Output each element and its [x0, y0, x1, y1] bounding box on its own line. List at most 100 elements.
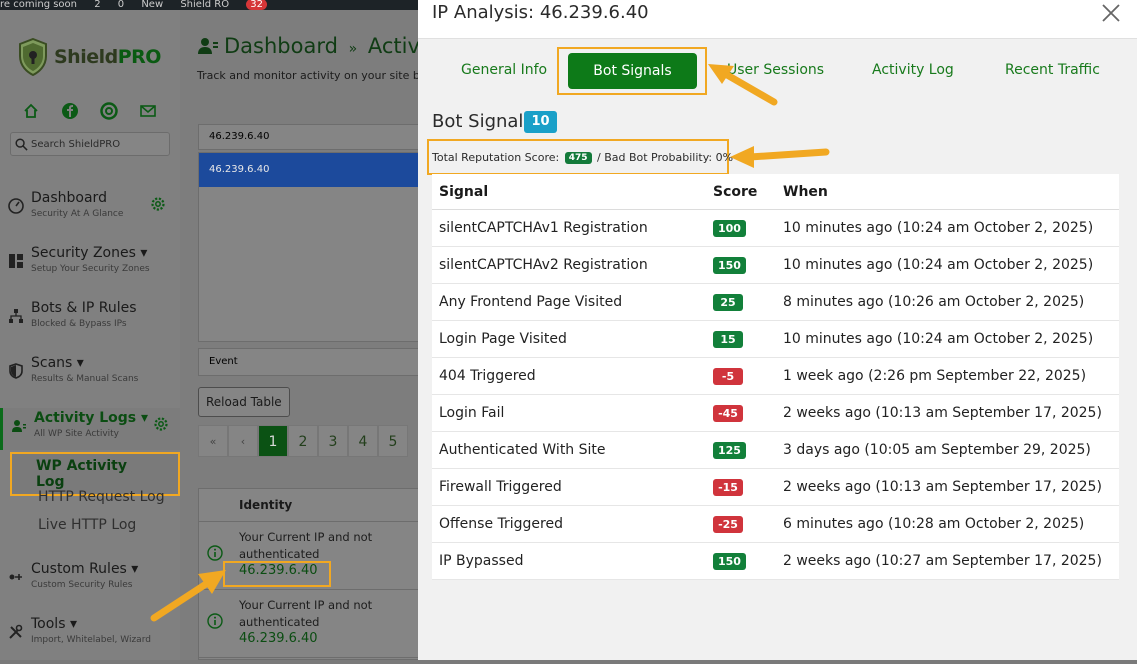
rules-icon: [9, 574, 22, 580]
pager-prev[interactable]: ‹: [228, 425, 258, 457]
sidebar-item-label: Custom Rules ▾: [31, 561, 139, 577]
sidebar-item-dashboard[interactable]: Dashboard Security At A Glance: [0, 188, 180, 238]
sidebar-item-label: Bots & IP Rules: [31, 300, 137, 316]
gear-icon[interactable]: [153, 416, 169, 432]
signal-when: 1 week ago (2:26 pm September 22, 2025): [776, 357, 1119, 395]
signal-when: 10 minutes ago (10:24 am October 2, 2025…: [776, 320, 1119, 358]
activity-logs-submenu: WP Activity Log HTTP Request Log Live HT…: [0, 450, 180, 555]
users-icon: [12, 420, 26, 432]
sidebar-item-sub: All WP Site Activity: [34, 429, 120, 439]
submenu-http-request-log[interactable]: HTTP Request Log: [38, 489, 165, 505]
signal-name: silentCAPTCHAv1 Registration: [432, 209, 706, 247]
pager-page[interactable]: 5: [378, 425, 408, 457]
pager-page[interactable]: 3: [318, 425, 348, 457]
info-icon[interactable]: [207, 613, 223, 629]
signal-name: Login Page Visited: [432, 320, 706, 358]
table-row: Login Fail -45 2 weeks ago (10:13 am Septe…: [432, 394, 1119, 432]
column-header-score[interactable]: Score: [706, 174, 776, 210]
tab-user-sessions[interactable]: User Sessions: [727, 62, 824, 78]
admin-bar-shield[interactable]: Shield RO: [180, 0, 229, 10]
tools-icon: [9, 624, 23, 639]
signal-count-badge: 10: [524, 111, 557, 133]
signal-when: 10 minutes ago (10:24 am October 2, 2025…: [776, 209, 1119, 247]
sidebar-item-sub: Results & Manual Scans: [31, 374, 139, 384]
table-row: silentCAPTCHAv2 Registration 150 10 minute…: [432, 246, 1119, 284]
signal-score-cell: 15: [706, 320, 776, 358]
home-icon[interactable]: [22, 102, 40, 120]
signal-name: Login Fail: [432, 394, 706, 432]
score-badge: -5: [713, 367, 743, 385]
bot-signals-table: Signal Score When silentCAPTCHAv1 Regist…: [432, 174, 1119, 580]
tab-bot-signals[interactable]: Bot Signals: [568, 53, 697, 89]
reload-table-button[interactable]: Reload Table: [198, 387, 290, 417]
signal-name: IP Bypassed: [432, 542, 706, 580]
table-row: IP Bypassed 150 2 weeks ago (10:27 am Sept…: [432, 542, 1119, 580]
signal-score-cell: 125: [706, 431, 776, 469]
score-badge: -15: [713, 478, 743, 496]
signals-body: silentCAPTCHAv1 Registration 100 10 minute…: [432, 209, 1119, 580]
gear-icon[interactable]: [150, 196, 166, 212]
admin-bar: re coming soon 2 0 New Shield RO 32: [0, 0, 420, 10]
mail-icon[interactable]: [139, 102, 157, 120]
sidebar-item-security-zones[interactable]: Security Zones ▾ Setup Your Security Zon…: [0, 243, 180, 293]
pager-page[interactable]: 1: [258, 425, 288, 457]
sidebar-item-label: Scans ▾: [31, 355, 84, 371]
submenu-live-http-log[interactable]: Live HTTP Log: [38, 517, 136, 533]
table-row: Login Page Visited 15 10 minutes ago (10:2…: [432, 320, 1119, 358]
tab-general-info[interactable]: General Info: [461, 62, 547, 78]
shield-sidebar: ShieldPRO Search ShieldPRO Dashboard Sec…: [0, 10, 183, 660]
score-badge: 150: [713, 552, 746, 570]
signal-name: Authenticated With Site: [432, 431, 706, 469]
tab-recent-traffic[interactable]: Recent Traffic: [1005, 62, 1100, 78]
tab-activity-log[interactable]: Activity Log: [872, 62, 954, 78]
bad-bot-probability: / Bad Bot Probability: 0%: [597, 151, 734, 164]
sidebar-item-sub: Security At A Glance: [31, 209, 124, 219]
signal-score-cell: 150: [706, 246, 776, 284]
sidebar-item-bots-ip-rules[interactable]: Bots & IP Rules Blocked & Bypass IPs: [0, 298, 180, 348]
event-filter-select[interactable]: Event: [198, 348, 420, 376]
support-icon[interactable]: [100, 102, 118, 120]
identity-ip[interactable]: 46.239.6.40: [239, 631, 318, 646]
pager-page[interactable]: 4: [348, 425, 378, 457]
shieldpro-logo[interactable]: ShieldPRO: [18, 38, 161, 76]
admin-bar-updates[interactable]: 2: [94, 0, 100, 10]
sidebar-item-label: Tools ▾: [31, 616, 77, 632]
column-header-signal[interactable]: Signal: [432, 174, 706, 210]
shield-logo-icon: [19, 38, 47, 76]
sidebar-item-sub: Setup Your Security Zones: [31, 264, 150, 274]
signal-name: Offense Triggered: [432, 505, 706, 543]
modal-header: IP Analysis: 46.239.6.40: [418, 0, 1137, 39]
sidebar-item-sub: Custom Security Rules: [31, 580, 133, 590]
score-badge: 125: [713, 441, 746, 459]
ip-filter-option[interactable]: 46.239.6.40: [199, 153, 419, 187]
pagination: « ‹ 1 2 3 4 5: [198, 425, 408, 457]
identity-desc: Your Current IP and not authenticated: [239, 598, 373, 629]
sidebar-search-input[interactable]: Search ShieldPRO: [10, 132, 170, 156]
ip-filter-list[interactable]: 46.239.6.40: [198, 152, 420, 342]
pager-first[interactable]: «: [198, 425, 228, 457]
reputation-summary: Total Reputation Score: 475 / Bad Bot Pr…: [432, 151, 733, 164]
ip-highlight-box: [223, 561, 331, 587]
signal-score-cell: 150: [706, 542, 776, 580]
table-row: 404 Triggered -5 1 week ago (2:26 pm Septe…: [432, 357, 1119, 395]
brand-name: ShieldPRO: [54, 46, 161, 68]
identity-desc: Your Current IP and not authenticated: [239, 530, 373, 561]
column-header-when[interactable]: When: [776, 174, 1119, 210]
admin-bar-new[interactable]: New: [141, 0, 163, 10]
pager-page[interactable]: 2: [288, 425, 318, 457]
admin-bar-comments[interactable]: 0: [118, 0, 124, 10]
sidebar-item-tools[interactable]: Tools ▾ Import, Whitelabel, Wizard: [0, 614, 180, 664]
sidebar-item-custom-rules[interactable]: Custom Rules ▾ Custom Security Rules: [0, 559, 180, 609]
info-icon[interactable]: [207, 545, 223, 561]
sidebar-item-sub: Import, Whitelabel, Wizard: [31, 635, 151, 645]
reputation-label: Total Reputation Score:: [432, 151, 560, 164]
ip-filter-input[interactable]: 46.239.6.40: [198, 124, 420, 150]
table-row: silentCAPTCHAv1 Registration 100 10 minute…: [432, 209, 1119, 247]
admin-bar-site[interactable]: re coming soon: [0, 0, 77, 10]
facebook-icon[interactable]: [61, 102, 79, 120]
table-header-row: Signal Score When: [432, 174, 1119, 210]
close-icon[interactable]: [1100, 2, 1122, 24]
sidebar-item-scans[interactable]: Scans ▾ Results & Manual Scans: [0, 353, 180, 403]
admin-bar-count-badge: 32: [246, 0, 267, 10]
search-icon: [15, 137, 28, 151]
